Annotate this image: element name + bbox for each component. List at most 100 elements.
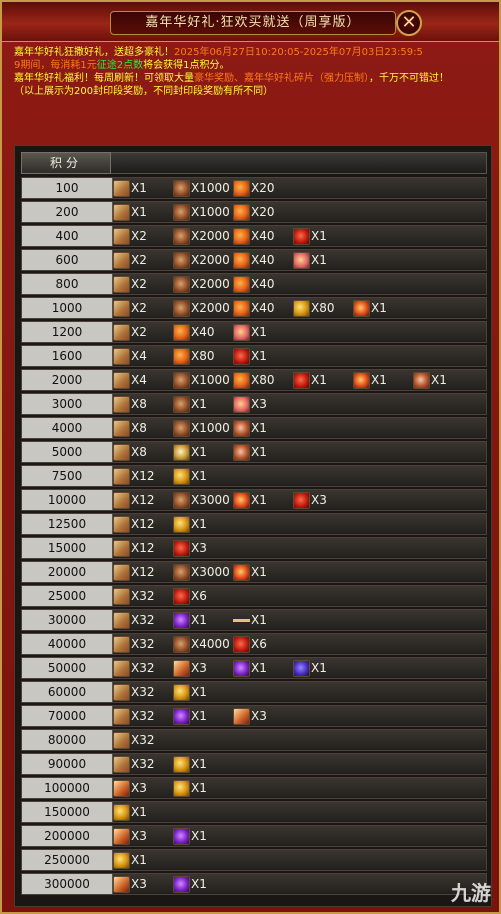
reward-item[interactable]: X32 <box>113 659 155 678</box>
reward-item[interactable]: X1 <box>173 515 207 534</box>
reward-quantity: X32 <box>131 757 155 771</box>
reward-item[interactable]: X1 <box>173 467 207 486</box>
reward-item[interactable]: X1000 <box>173 179 230 198</box>
reward-item[interactable]: X1 <box>173 683 207 702</box>
reward-item[interactable]: X2000 <box>173 227 230 246</box>
reward-item[interactable]: X1 <box>233 419 267 438</box>
reward-item[interactable]: X1 <box>353 371 387 390</box>
reward-item[interactable]: X12 <box>113 563 155 582</box>
reward-item[interactable]: X40 <box>233 251 275 270</box>
reward-item[interactable]: X2 <box>113 275 147 294</box>
gold-orb-icon <box>173 684 190 701</box>
reward-item[interactable]: X1 <box>173 395 207 414</box>
reward-item[interactable]: X2000 <box>173 251 230 270</box>
reward-item[interactable]: X1000 <box>173 203 230 222</box>
reward-item[interactable]: X80 <box>173 347 215 366</box>
reward-item[interactable]: X40 <box>233 299 275 318</box>
reward-item[interactable]: X12 <box>113 539 155 558</box>
reward-item[interactable]: X32 <box>113 731 155 750</box>
reward-item[interactable]: X1 <box>413 371 447 390</box>
feather-icon <box>233 372 250 389</box>
reward-item[interactable]: X1 <box>293 251 327 270</box>
reward-item[interactable]: X1 <box>113 203 147 222</box>
reward-item[interactable]: X1 <box>233 563 267 582</box>
reward-item[interactable]: X32 <box>113 707 155 726</box>
reward-item[interactable]: X6 <box>233 635 267 654</box>
reward-item[interactable]: X1 <box>173 875 207 894</box>
reward-item[interactable]: X3 <box>173 539 207 558</box>
reward-item[interactable]: X1 <box>113 851 147 870</box>
reward-item[interactable]: X2000 <box>173 299 230 318</box>
rewards-cell: X12 X1 <box>112 466 486 486</box>
reward-item[interactable]: X1 <box>353 299 387 318</box>
reward-item[interactable]: X2 <box>113 299 147 318</box>
reward-item[interactable]: X32 <box>113 635 155 654</box>
reward-item[interactable]: X3 <box>293 491 327 510</box>
reward-item[interactable]: X3 <box>233 707 267 726</box>
reward-item[interactable]: X1 <box>233 491 267 510</box>
reward-item[interactable]: X3 <box>113 875 147 894</box>
scroll-icon <box>113 252 130 269</box>
table-row: 30000 X32 X1 X1 <box>21 609 487 631</box>
close-icon[interactable]: ✕ <box>396 10 422 36</box>
reward-item[interactable]: X1 <box>233 347 267 366</box>
reward-item[interactable]: X2000 <box>173 275 230 294</box>
reward-item[interactable]: X2 <box>113 323 147 342</box>
reward-item[interactable]: X3 <box>173 659 207 678</box>
reward-item[interactable]: X12 <box>113 515 155 534</box>
reward-item[interactable]: X8 <box>113 395 147 414</box>
reward-item[interactable]: X1 <box>293 659 327 678</box>
reward-item[interactable]: X2 <box>113 227 147 246</box>
reward-item[interactable]: X3 <box>233 395 267 414</box>
score-cell: 250000 <box>22 850 112 870</box>
reward-item[interactable]: X4 <box>113 347 147 366</box>
reward-item[interactable]: X1 <box>233 323 267 342</box>
reward-item[interactable]: X1 <box>173 755 207 774</box>
reward-item[interactable]: X1 <box>173 443 207 462</box>
reward-item[interactable]: X12 <box>113 467 155 486</box>
reward-item[interactable]: X1 <box>113 803 147 822</box>
reward-item[interactable]: X32 <box>113 683 155 702</box>
reward-item[interactable]: X1 <box>173 611 207 630</box>
reward-item[interactable]: X6 <box>173 587 207 606</box>
reward-item[interactable]: X32 <box>113 587 155 606</box>
reward-item[interactable]: X32 <box>113 755 155 774</box>
reward-item[interactable]: X1 <box>173 707 207 726</box>
reward-item[interactable]: X4000 <box>173 635 230 654</box>
reward-item[interactable]: X1 <box>173 827 207 846</box>
reward-item[interactable]: X80 <box>293 299 335 318</box>
reward-item[interactable]: X1 <box>233 611 267 630</box>
meat-icon <box>173 396 190 413</box>
reward-item[interactable]: X3 <box>113 779 147 798</box>
reward-item[interactable]: X12 <box>113 491 155 510</box>
reward-item[interactable]: X40 <box>233 275 275 294</box>
reward-item[interactable]: X8 <box>113 443 147 462</box>
reward-item[interactable]: X1 <box>293 227 327 246</box>
reward-item[interactable]: X4 <box>113 371 147 390</box>
reward-item[interactable]: X1 <box>233 659 267 678</box>
reward-quantity: X1 <box>251 565 267 579</box>
reward-item[interactable]: X1000 <box>173 371 230 390</box>
reward-item[interactable]: X8 <box>113 419 147 438</box>
reward-item[interactable]: X1 <box>173 779 207 798</box>
reward-item[interactable]: X1 <box>113 179 147 198</box>
reward-item[interactable]: X32 <box>113 611 155 630</box>
score-cell: 200 <box>22 202 112 222</box>
reward-item[interactable]: X1000 <box>173 419 230 438</box>
reward-item[interactable]: X3000 <box>173 563 230 582</box>
reward-item[interactable]: X3000 <box>173 491 230 510</box>
rewards-cell: X32 X3 X1 X1 <box>112 658 486 678</box>
reward-item[interactable]: X1 <box>293 371 327 390</box>
reward-item[interactable]: X40 <box>173 323 215 342</box>
reward-item[interactable]: X1 <box>233 443 267 462</box>
reward-item[interactable]: X2 <box>113 251 147 270</box>
reward-item[interactable]: X20 <box>233 179 275 198</box>
reward-item[interactable]: X80 <box>233 371 275 390</box>
rewards-cell: X2 X40 X1 <box>112 322 486 342</box>
reward-window: 嘉年华好礼·狂欢买就送（周享版） ✕ 嘉年华好礼狂撒好礼，送超多豪礼！2025年… <box>0 0 501 914</box>
reward-item[interactable]: X20 <box>233 203 275 222</box>
reward-quantity: X1 <box>371 373 387 387</box>
scroll-icon <box>113 204 130 221</box>
reward-item[interactable]: X40 <box>233 227 275 246</box>
reward-item[interactable]: X3 <box>113 827 147 846</box>
